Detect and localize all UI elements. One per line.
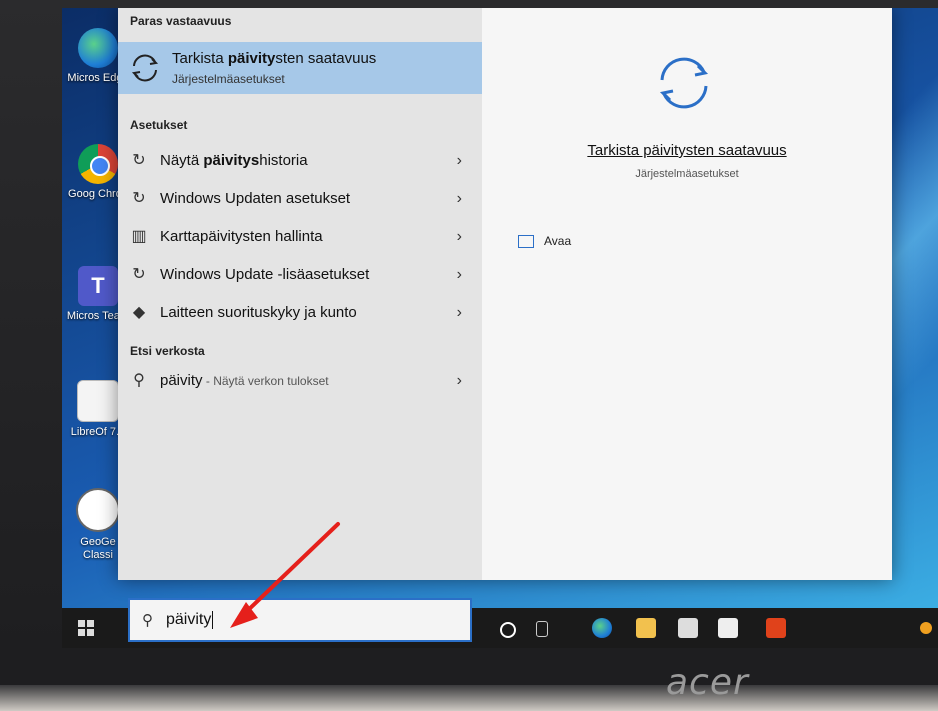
annotation-arrow bbox=[230, 522, 340, 628]
brand-logo: acer bbox=[666, 662, 749, 703]
